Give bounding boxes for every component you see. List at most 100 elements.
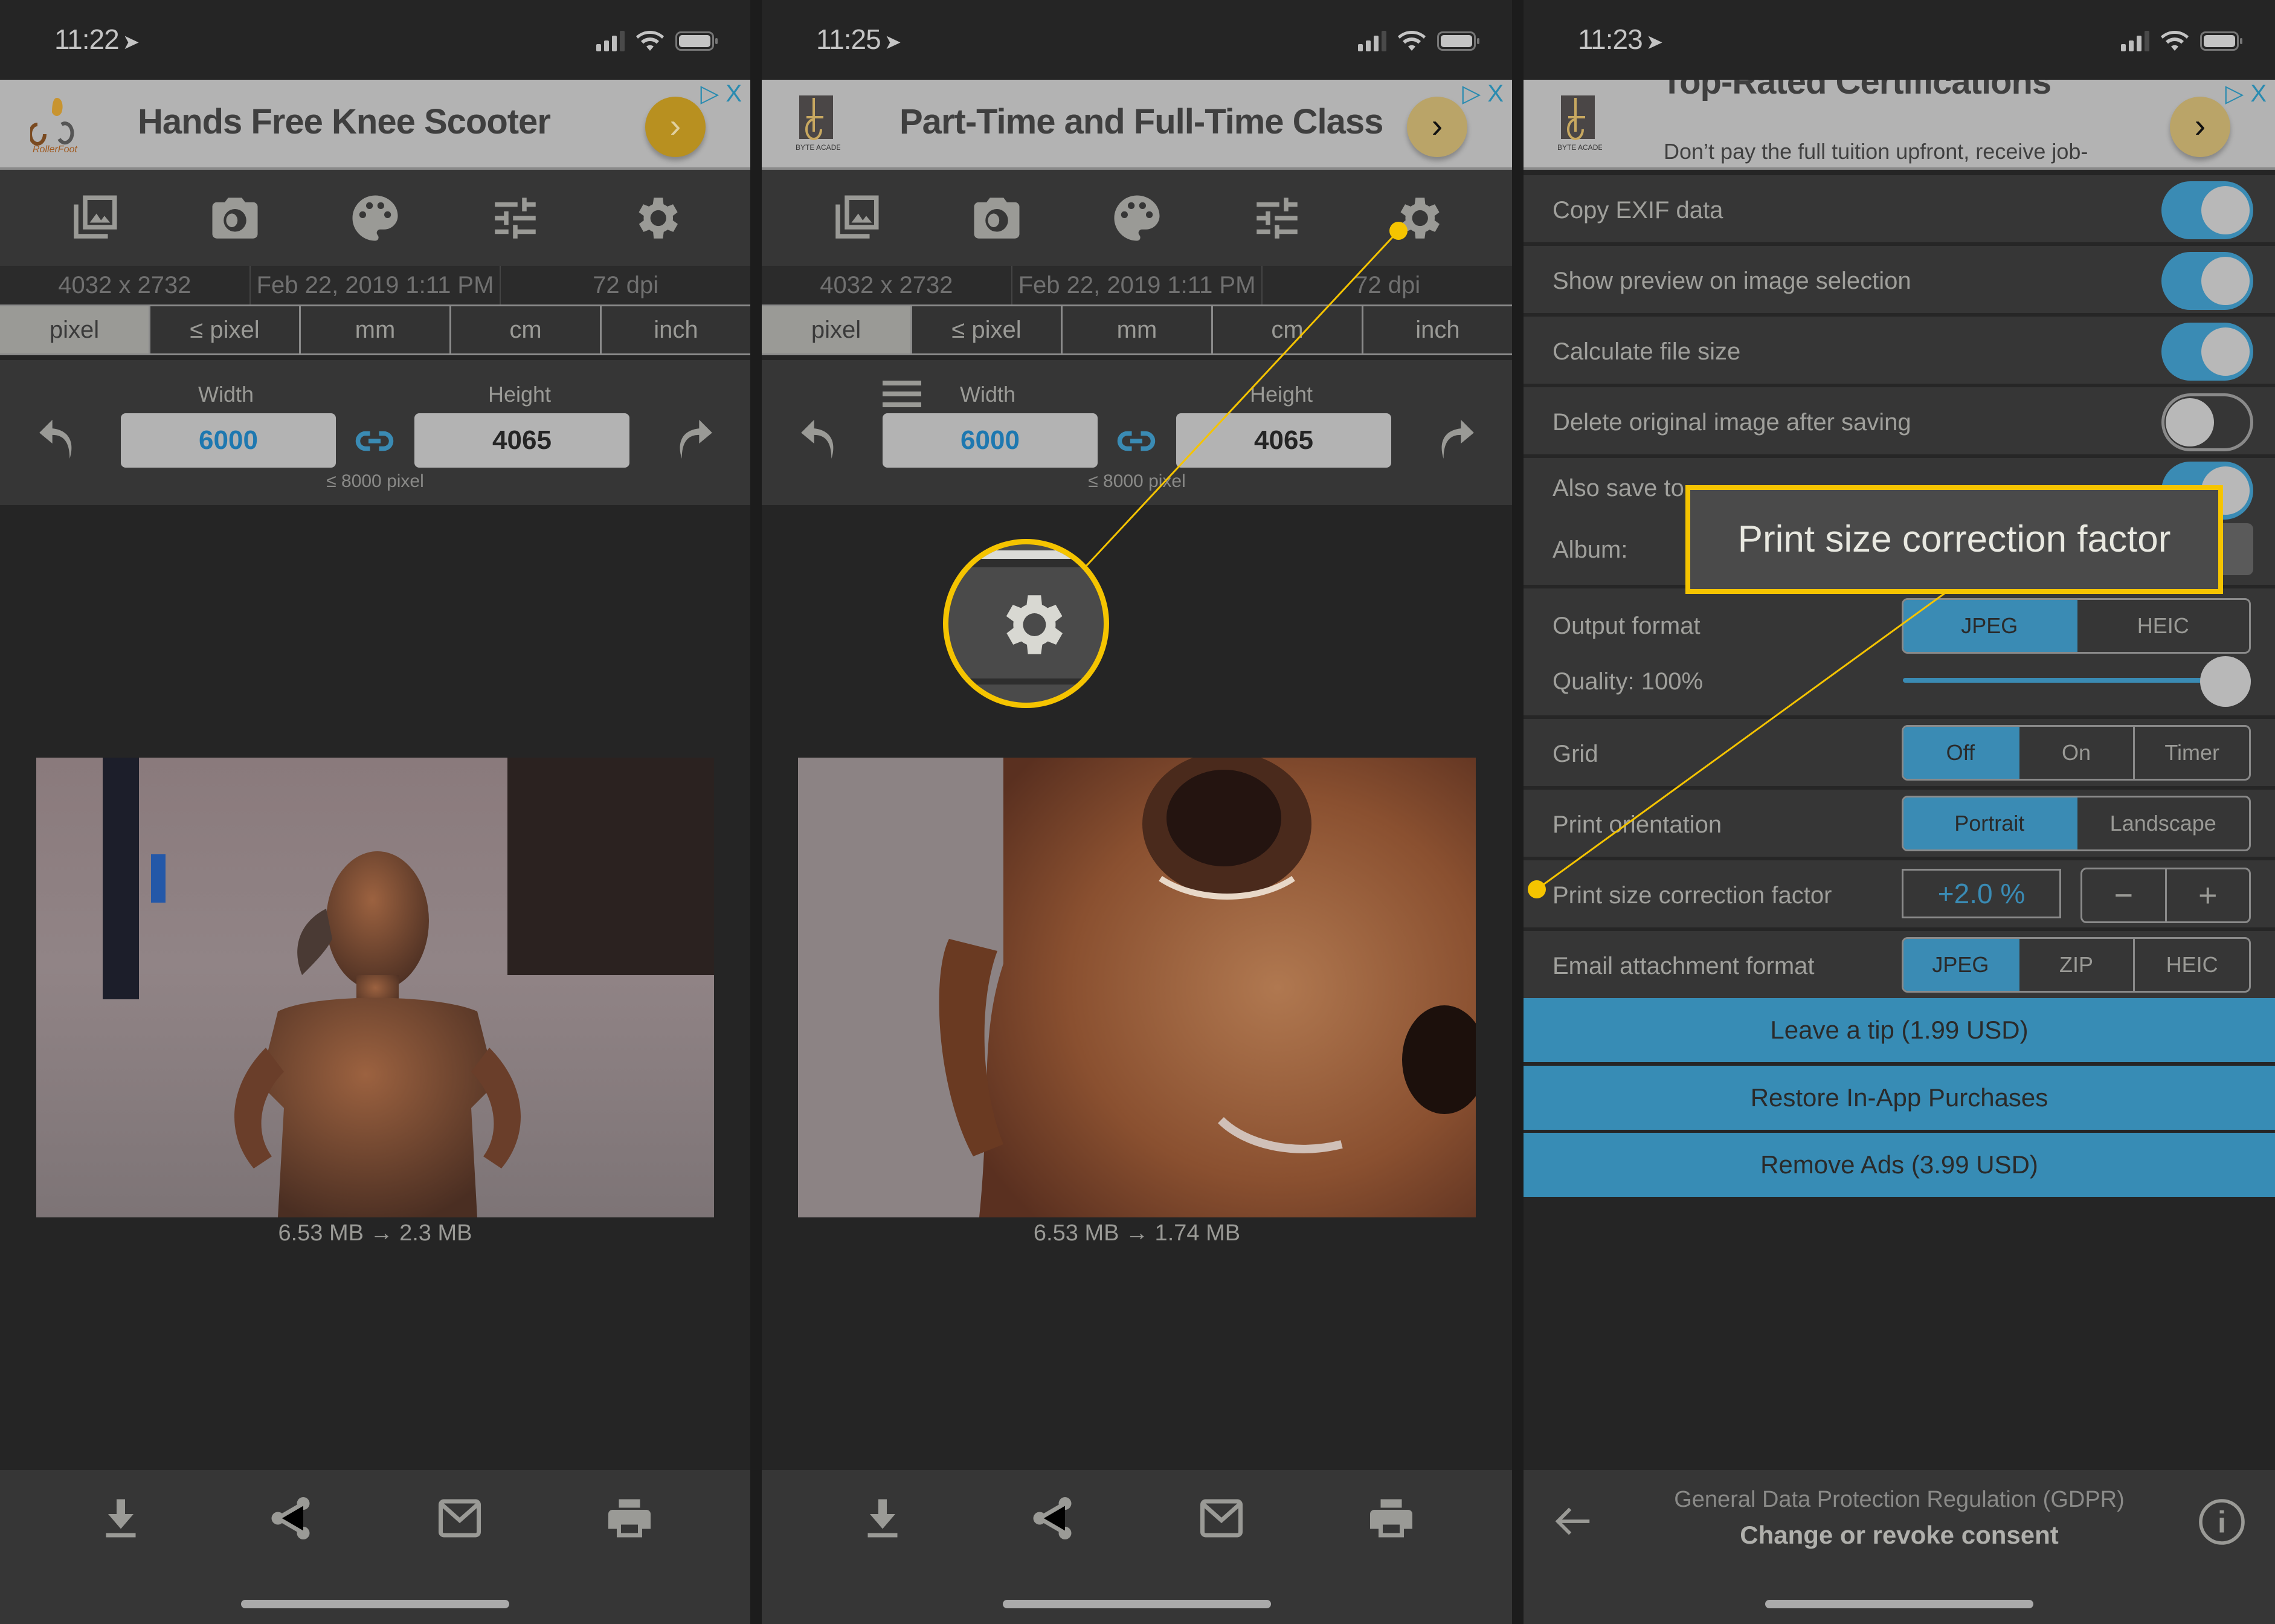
battery-icon <box>675 31 718 51</box>
leave-tip-button[interactable]: Leave a tip (1.99 USD) <box>1524 998 2275 1062</box>
remove-ads-button[interactable]: Remove Ads (3.99 USD) <box>1524 1133 2275 1197</box>
sliders-icon[interactable] <box>1250 191 1304 245</box>
restore-purchases-button[interactable]: Restore In-App Purchases <box>1524 1066 2275 1130</box>
ad-banner[interactable]: BYTE ACADEMY Part-Time and Full-Time Cla… <box>762 80 1512 170</box>
location-icon: ➤ <box>122 31 140 54</box>
tab-mm[interactable]: mm <box>301 306 451 353</box>
download-icon[interactable] <box>857 1493 908 1544</box>
option-portrait[interactable]: Portrait <box>1903 798 2077 849</box>
setting-show-preview: Show preview on image selection <box>1524 246 2275 317</box>
option-zip[interactable]: ZIP <box>2019 939 2135 991</box>
ad-logo: BYTE ACADEMY <box>1557 95 1602 152</box>
palette-icon[interactable] <box>1110 191 1164 245</box>
width-input[interactable]: 6000 <box>121 413 336 468</box>
callout-dot <box>1528 880 1546 898</box>
option-off[interactable]: Off <box>1903 727 2019 779</box>
option-jpeg[interactable]: JPEG <box>1903 939 2019 991</box>
increment-button[interactable]: + <box>2167 869 2250 921</box>
palette-icon[interactable] <box>348 191 402 245</box>
option-heic[interactable]: HEIC <box>2135 939 2249 991</box>
mail-icon[interactable] <box>1196 1493 1247 1544</box>
option-jpeg[interactable]: JPEG <box>1903 600 2077 652</box>
status-bar: 11:22 ➤ <box>0 0 750 80</box>
height-input[interactable]: 4065 <box>1176 413 1391 468</box>
correction-value-field[interactable]: +2.0 % <box>1902 869 2061 918</box>
camera-icon[interactable] <box>208 191 262 245</box>
tab-inch[interactable]: inch <box>1363 306 1512 353</box>
share-icon[interactable] <box>1027 1493 1078 1544</box>
phone-screen-settings-highlight: 11:25➤ BYTE ACADEMY Part-Time and Full-T… <box>762 0 1512 1624</box>
link-icon[interactable] <box>1112 423 1160 459</box>
tab-inch[interactable]: inch <box>602 306 750 353</box>
gallery-icon[interactable] <box>829 191 883 245</box>
battery-icon <box>1437 31 1479 51</box>
image-date: Feb 22, 2019 1:11 PM <box>1012 266 1263 304</box>
chevron-right-icon[interactable]: › <box>645 97 706 157</box>
download-icon[interactable] <box>95 1493 146 1544</box>
gear-icon[interactable] <box>629 191 683 245</box>
mail-icon[interactable] <box>434 1493 485 1544</box>
calculate-file-size-toggle[interactable] <box>2161 323 2253 381</box>
undo-icon[interactable] <box>35 413 87 465</box>
adchoices-icon[interactable]: ▷ X <box>2225 80 2267 108</box>
status-time: 11:25 <box>816 24 881 55</box>
setting-calculate-file-size: Calculate file size <box>1524 317 2275 387</box>
option-timer[interactable]: Timer <box>2135 727 2249 779</box>
height-input[interactable]: 4065 <box>414 413 629 468</box>
show-preview-toggle[interactable] <box>2161 252 2253 310</box>
print-icon[interactable] <box>1366 1493 1417 1544</box>
image-preview[interactable] <box>798 758 1476 1217</box>
tab-mm[interactable]: mm <box>1063 306 1213 353</box>
chevron-right-icon[interactable]: › <box>1407 97 1467 157</box>
ad-banner[interactable]: RollerFoot Hands Free Knee Scooter › ▷ X <box>0 80 750 170</box>
setting-label: Also save to <box>1553 475 1684 501</box>
option-landscape[interactable]: Landscape <box>2077 798 2250 849</box>
chevron-right-icon[interactable]: › <box>2170 97 2230 157</box>
option-heic[interactable]: HEIC <box>2077 600 2250 652</box>
wifi-icon <box>2161 31 2189 51</box>
share-icon[interactable] <box>265 1493 316 1544</box>
adchoices-icon[interactable]: ▷ X <box>700 80 742 108</box>
sliders-icon[interactable] <box>488 191 542 245</box>
ad-title[interactable]: Hands Free Knee Scooter <box>138 102 551 142</box>
width-input[interactable]: 6000 <box>883 413 1098 468</box>
location-icon: ➤ <box>884 31 901 54</box>
ad-logo: RollerFoot <box>30 98 77 153</box>
tab-cm[interactable]: cm <box>1213 306 1363 353</box>
print-orientation-segmented: Portrait Landscape <box>1902 796 2251 851</box>
toolbar <box>0 170 750 266</box>
redo-icon[interactable] <box>1426 413 1478 465</box>
height-label: Height <box>488 382 552 407</box>
delete-original-toggle[interactable] <box>2161 393 2253 451</box>
tab-max-pixel[interactable]: ≤ pixel <box>912 306 1063 353</box>
tab-max-pixel[interactable]: ≤ pixel <box>150 306 301 353</box>
info-icon[interactable] <box>2196 1497 2247 1547</box>
adchoices-icon[interactable]: ▷ X <box>1462 80 1504 108</box>
gdpr-consent-link[interactable]: Change or revoke consent <box>1524 1521 2275 1550</box>
quality-slider-thumb[interactable] <box>2200 656 2251 707</box>
file-size-change: 6.53 MB → 2.3 MB <box>278 1220 472 1246</box>
print-icon[interactable] <box>604 1493 655 1544</box>
tab-cm[interactable]: cm <box>451 306 602 353</box>
size-limit: ≤ 8000 pixel <box>326 471 424 491</box>
ad-banner[interactable]: BYTE ACADEMY Top-Rated Certifications Do… <box>1524 80 2275 170</box>
link-icon[interactable] <box>350 423 399 459</box>
quality-slider[interactable] <box>1903 678 2251 683</box>
status-bar: 11:23 ➤ <box>1524 0 2275 80</box>
image-preview[interactable] <box>36 758 714 1217</box>
tab-pixel[interactable]: pixel <box>0 306 150 353</box>
undo-icon[interactable] <box>797 413 849 465</box>
ad-title[interactable]: Part-Time and Full-Time Class <box>899 102 1383 142</box>
ad-title[interactable]: Top-Rated Certifications <box>1661 80 2051 102</box>
height-label: Height <box>1250 382 1313 407</box>
tab-pixel[interactable]: pixel <box>762 306 912 353</box>
setting-label: Print orientation <box>1553 811 1722 838</box>
redo-icon[interactable] <box>664 413 716 465</box>
decrement-button[interactable]: − <box>2082 869 2167 921</box>
copy-exif-toggle[interactable] <box>2161 181 2253 239</box>
menu-icon[interactable] <box>883 381 921 407</box>
option-on[interactable]: On <box>2019 727 2135 779</box>
ad-logo: BYTE ACADEMY <box>796 95 840 152</box>
gallery-icon[interactable] <box>67 191 121 245</box>
camera-icon[interactable] <box>970 191 1024 245</box>
